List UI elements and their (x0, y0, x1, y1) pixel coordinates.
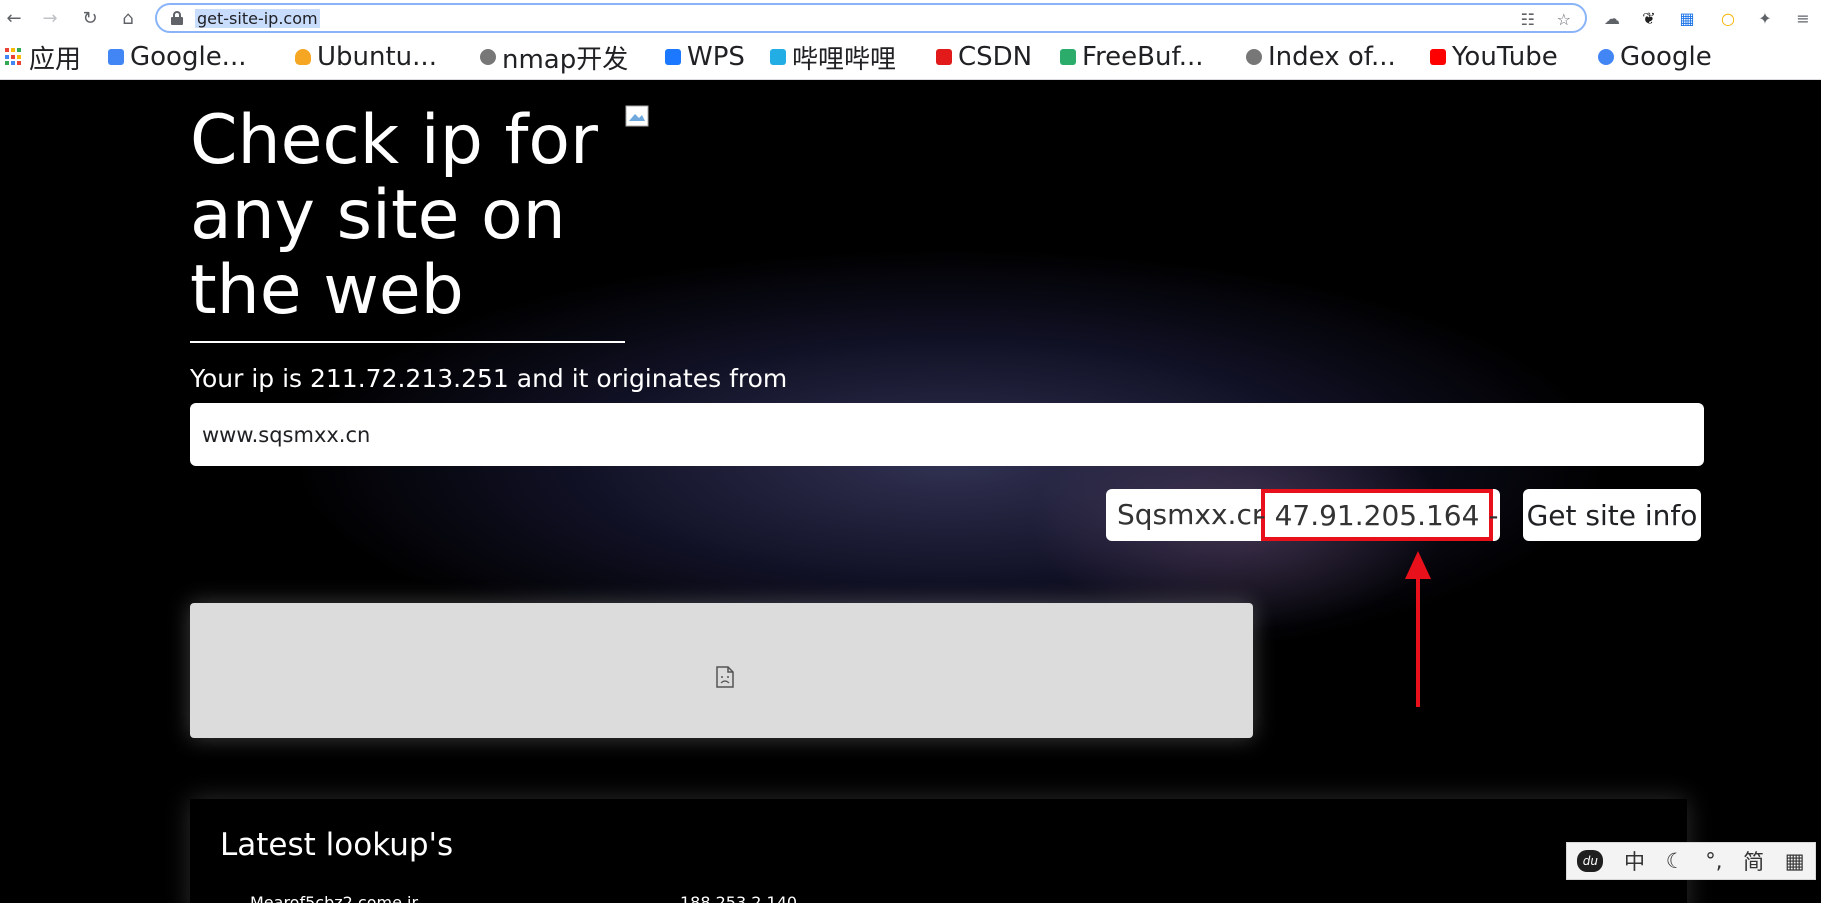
bookmark-label: Index of... (1268, 42, 1396, 72)
bookmarks-bar: 应用 Google... Ubuntu... nmap开发 WPS 哔哩哔哩 C… (0, 36, 1821, 80)
bookmark-index-of[interactable]: Index of... (1246, 40, 1396, 74)
get-site-info-button[interactable]: Get site info (1523, 489, 1701, 541)
back-icon[interactable]: ← (0, 4, 28, 32)
lookup-row[interactable]: Mearof5cbz2.come.ir 188.253.2.140 (250, 893, 950, 903)
bookmark-apps[interactable]: 应用 (5, 40, 82, 75)
globe-icon (480, 49, 496, 65)
reload-icon[interactable]: ↻ (76, 4, 104, 32)
broken-image-icon (625, 105, 649, 127)
google-translate-icon (108, 49, 124, 65)
csdn-icon (936, 49, 952, 65)
extension-translate-icon[interactable]: ▦ (1676, 7, 1698, 29)
bookmark-wps[interactable]: WPS (665, 40, 745, 74)
bookmark-label: FreeBuf... (1082, 42, 1204, 72)
ime-punctuation[interactable]: °, (1705, 849, 1722, 873)
page-content: Check ip for any site on the web Your ip… (0, 81, 1821, 903)
moon-icon[interactable]: ☾ (1666, 849, 1685, 873)
bookmark-label: Google... (130, 42, 247, 72)
ad-placeholder (190, 603, 1253, 738)
translate-icon[interactable]: ☷ (1521, 10, 1535, 29)
lock-icon[interactable] (171, 11, 183, 25)
bookmark-label: 哔哩哔哩 (792, 44, 897, 75)
bookmark-label: YouTube (1452, 42, 1558, 72)
site-input[interactable] (190, 403, 1704, 466)
bookmark-star-icon[interactable]: ☆ (1557, 10, 1571, 29)
reading-list-icon[interactable]: ≡ (1792, 7, 1814, 29)
broken-document-icon (716, 666, 734, 688)
youtube-icon (1430, 49, 1446, 65)
bilibili-icon (770, 49, 786, 65)
ime-script[interactable]: 简 (1743, 846, 1764, 876)
result-site: Sqsmxx.cn (1117, 498, 1270, 531)
bookmark-label: 应用 (29, 44, 82, 75)
annotation-arrow-line (1416, 569, 1420, 707)
extension-bird-icon[interactable]: ❦ (1638, 7, 1660, 29)
visitor-ip-text: Your ip is 211.72.213.251 and it origina… (190, 364, 788, 393)
home-icon[interactable]: ⌂ (114, 4, 142, 32)
linux-penguin-icon (295, 49, 311, 65)
browser-toolbar: ← → ↻ ⌂ get-site-ip.com ☷ ☆ ☁ ❦ ▦ ○ ✦ ≡ (0, 0, 1821, 36)
baidu-paw-icon[interactable]: du (1577, 850, 1604, 872)
bookmark-google[interactable]: Google (1598, 40, 1712, 74)
apps-grid-icon (5, 48, 23, 66)
extension-c-icon[interactable]: ○ (1717, 7, 1739, 29)
lookup-ip: 188.253.2.140 (680, 893, 798, 903)
address-bar[interactable]: get-site-ip.com ☷ ☆ (155, 3, 1587, 33)
latest-lookups-panel: Latest lookup's Mearof5cbz2.come.ir 188.… (190, 799, 1687, 903)
grid-icon[interactable]: ▦ (1785, 849, 1805, 873)
bookmark-label: Ubuntu... (317, 42, 437, 72)
bookmark-nmap[interactable]: nmap开发 (480, 40, 629, 75)
bookmark-google-translate[interactable]: Google... (108, 40, 246, 74)
globe-icon (1246, 49, 1262, 65)
hero-divider (190, 341, 625, 343)
forward-icon[interactable]: → (36, 4, 64, 32)
wps-icon (665, 49, 681, 65)
url-text[interactable]: get-site-ip.com (195, 9, 320, 28)
bookmark-csdn[interactable]: CSDN (936, 40, 1032, 74)
bookmark-label: CSDN (958, 42, 1033, 72)
ime-language[interactable]: 中 (1624, 846, 1645, 876)
bookmark-freebuf[interactable]: FreeBuf... (1060, 40, 1204, 74)
extensions-puzzle-icon[interactable]: ✦ (1754, 7, 1776, 29)
bookmark-label: nmap开发 (502, 44, 629, 75)
bookmark-label: Google (1620, 42, 1712, 72)
bookmark-label: WPS (687, 42, 745, 72)
hero-title: Check ip for any site on the web (190, 101, 598, 330)
google-icon (1598, 49, 1614, 65)
extension-cloud-icon[interactable]: ☁ (1601, 7, 1623, 29)
bookmark-bilibili[interactable]: 哔哩哔哩 (770, 40, 897, 75)
bookmark-youtube[interactable]: YouTube (1430, 40, 1558, 74)
bookmark-ubuntu[interactable]: Ubuntu... (295, 40, 437, 74)
latest-lookups-title: Latest lookup's (220, 827, 454, 863)
lookup-site[interactable]: Mearof5cbz2.come.ir (250, 893, 418, 903)
result-ip-highlight: - 47.91.205.164 - (1256, 489, 1498, 541)
ime-toolbar: du 中 ☾ °, 简 ▦ (1566, 842, 1816, 880)
freebuf-icon (1060, 49, 1076, 65)
